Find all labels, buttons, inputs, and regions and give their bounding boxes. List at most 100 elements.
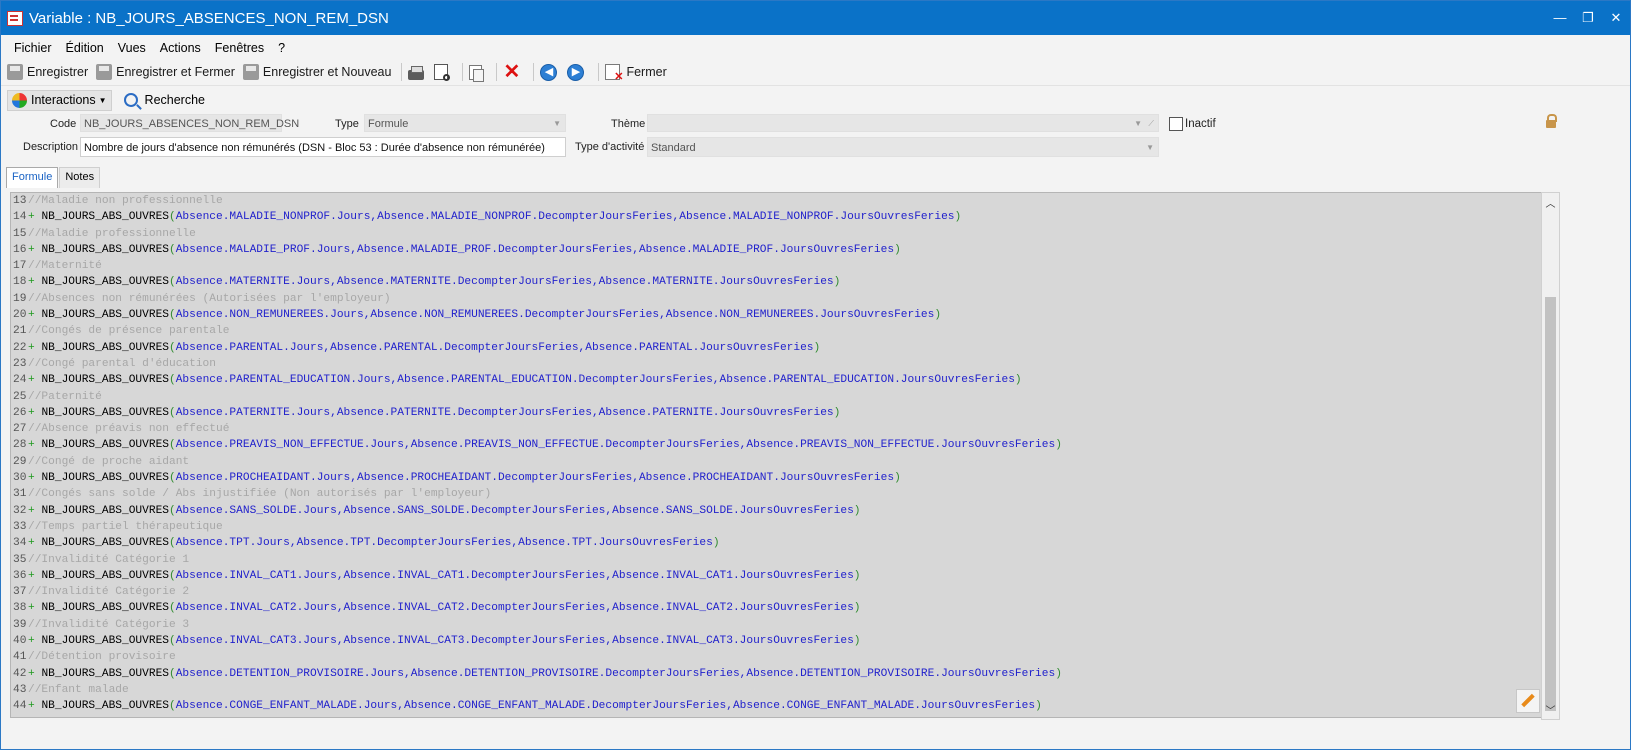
line-number: 29 xyxy=(13,455,27,468)
tab-formule[interactable]: Formule xyxy=(6,167,59,188)
menu-fichier[interactable]: Fichier xyxy=(7,41,59,55)
code-line[interactable]: 22 + NB_JOURS_ABS_OUVRES(Absence.PARENTAL… xyxy=(11,340,1541,356)
menu-edition[interactable]: Édition xyxy=(59,41,111,55)
type-label: Type xyxy=(335,118,359,130)
previous-button[interactable]: ◀ xyxy=(540,63,561,81)
description-label: Description xyxy=(23,141,79,153)
scroll-thumb[interactable] xyxy=(1545,297,1556,711)
line-number: 15 xyxy=(13,227,27,240)
code-arguments: Absence.PARENTAL.Jours,Absence.PARENTAL.… xyxy=(175,341,814,354)
code-line[interactable]: 44 + NB_JOURS_ABS_OUVRES(Absence.CONGE_EN… xyxy=(11,698,1541,714)
search-button[interactable]: Recherche xyxy=(120,91,209,109)
clear-icon[interactable]: ⟋ xyxy=(1148,115,1154,133)
code-line[interactable]: 16 + NB_JOURS_ABS_OUVRES(Absence.MALADIE_… xyxy=(11,242,1541,258)
code-field[interactable]: NB_JOURS_ABSENCES_NON_REM_DSN xyxy=(80,114,299,132)
line-number: 32 xyxy=(13,504,27,517)
code-paren: ) xyxy=(1055,439,1062,452)
save-new-button[interactable]: Enregistrer et Nouveau xyxy=(242,64,391,80)
code-line[interactable]: 21//Congés de présence parentale xyxy=(11,323,1541,339)
activity-type-label: Type d'activité xyxy=(575,141,645,153)
save-close-button[interactable]: Enregistrer et Fermer xyxy=(96,64,235,80)
delete-x-icon: ✕ xyxy=(503,61,521,83)
activity-type-select[interactable]: Standard ▼ xyxy=(647,137,1159,157)
line-number: 40 xyxy=(13,635,27,648)
code-line[interactable]: 34 + NB_JOURS_ABS_OUVRES(Absence.TPT.Jour… xyxy=(11,535,1541,551)
close-button[interactable]: Fermer xyxy=(605,64,667,83)
code-line[interactable]: 33//Temps partiel thérapeutique xyxy=(11,519,1541,535)
code-line[interactable]: 36 + NB_JOURS_ABS_OUVRES(Absence.INVAL_CA… xyxy=(11,568,1541,584)
formula-editor[interactable]: 13//Maladie non professionnelle 14 + NB_JO… xyxy=(10,192,1542,718)
menu-vues[interactable]: Vues xyxy=(111,41,153,55)
print-button[interactable] xyxy=(408,66,428,80)
code-line[interactable]: 35//Invalidité Catégorie 1 xyxy=(11,552,1541,568)
maximize-button[interactable]: ❐ xyxy=(1574,10,1602,26)
code-line[interactable]: 26 + NB_JOURS_ABS_OUVRES(Absence.PATERNIT… xyxy=(11,405,1541,421)
code-line[interactable]: 40 + NB_JOURS_ABS_OUVRES(Absence.INVAL_CA… xyxy=(11,633,1541,649)
code-line[interactable]: 31//Congés sans solde / Abs injustifiée … xyxy=(11,486,1541,502)
code-line[interactable]: 39//Invalidité Catégorie 3 xyxy=(11,617,1541,633)
tab-notes[interactable]: Notes xyxy=(59,167,101,188)
menu-bar: Fichier Édition Vues Actions Fenêtres ? xyxy=(1,37,1630,59)
menu-actions[interactable]: Actions xyxy=(153,41,208,55)
theme-select[interactable]: ▼ ⟋ xyxy=(647,114,1159,132)
menu-fenetres[interactable]: Fenêtres xyxy=(208,41,271,55)
code-function: NB_JOURS_ABS_OUVRES xyxy=(41,537,169,550)
toolbar-separator xyxy=(533,63,535,81)
code-line[interactable]: 20 + NB_JOURS_ABS_OUVRES(Absence.NON_REMU… xyxy=(11,307,1541,323)
minimize-button[interactable]: — xyxy=(1546,10,1574,26)
code-line[interactable]: 27//Absence préavis non effectué xyxy=(11,421,1541,437)
code-paren: ( xyxy=(169,635,176,648)
code-paren: ) xyxy=(894,243,901,256)
activity-type-value: Standard xyxy=(651,142,696,154)
inactive-checkbox[interactable] xyxy=(1169,117,1183,131)
code-line[interactable]: 29//Congé de proche aidant xyxy=(11,454,1541,470)
scroll-down-icon[interactable]: ﹀ xyxy=(1542,702,1559,717)
line-number: 31 xyxy=(13,488,27,501)
code-line[interactable]: 18 + NB_JOURS_ABS_OUVRES(Absence.MATERNIT… xyxy=(11,274,1541,290)
code-line[interactable]: 17//Maternité xyxy=(11,258,1541,274)
scroll-up-icon[interactable]: ︿ xyxy=(1542,195,1559,210)
delete-button[interactable]: ✕ xyxy=(503,61,523,83)
code-comment: //Maternité xyxy=(28,260,102,273)
line-number: 20 xyxy=(13,309,27,322)
code-comment: //Congés sans solde / Abs injustifiée (N… xyxy=(28,488,492,501)
code-line[interactable]: 42 + NB_JOURS_ABS_OUVRES(Absence.DETENTIO… xyxy=(11,666,1541,682)
copy-button[interactable] xyxy=(469,64,486,82)
variable-form: Code NB_JOURS_ABSENCES_NON_REM_DSN Type … xyxy=(1,114,1630,166)
code-comment: //Maladie non professionnelle xyxy=(28,195,223,207)
next-button[interactable]: ▶ xyxy=(567,63,588,81)
print-preview-button[interactable] xyxy=(434,64,452,81)
edit-pencil-icon[interactable] xyxy=(1516,689,1540,713)
title-bar[interactable]: Variable : NB_JOURS_ABSENCES_NON_REM_DSN… xyxy=(1,1,1630,35)
code-line[interactable]: 32 + NB_JOURS_ABS_OUVRES(Absence.SANS_SOL… xyxy=(11,503,1541,519)
code-line[interactable]: 19//Absences non rémunérées (Autorisées … xyxy=(11,291,1541,307)
code-line[interactable]: 15//Maladie professionnelle xyxy=(11,226,1541,242)
line-number: 17 xyxy=(13,260,27,273)
description-field[interactable]: Nombre de jours d'absence non rémunérés … xyxy=(80,137,566,157)
code-line[interactable]: 43//Enfant malade xyxy=(11,682,1541,698)
code-line[interactable]: 23//Congé parental d'éducation xyxy=(11,356,1541,372)
line-number: 23 xyxy=(13,357,27,370)
save-button[interactable]: Enregistrer xyxy=(7,64,88,80)
code-line[interactable]: 28 + NB_JOURS_ABS_OUVRES(Absence.PREAVIS_… xyxy=(11,437,1541,453)
interactions-icon xyxy=(12,92,27,108)
code-line[interactable]: 14 + NB_JOURS_ABS_OUVRES(Absence.MALADIE_… xyxy=(11,209,1541,225)
interactions-dropdown[interactable]: Interactions ▼ xyxy=(7,89,112,111)
close-window-button[interactable]: ✕ xyxy=(1602,10,1630,26)
save-close-label: Enregistrer et Fermer xyxy=(116,65,235,79)
code-line[interactable]: 37//Invalidité Catégorie 2 xyxy=(11,584,1541,600)
code-line[interactable]: 13//Maladie non professionnelle xyxy=(11,193,1541,209)
code-line[interactable]: 38 + NB_JOURS_ABS_OUVRES(Absence.INVAL_CA… xyxy=(11,600,1541,616)
code-line[interactable]: 41//Détention provisoire xyxy=(11,649,1541,665)
chevron-down-icon: ▼ xyxy=(1134,119,1142,128)
editor-scrollbar[interactable]: ︿ ﹀ xyxy=(1541,192,1560,720)
inactive-label: Inactif xyxy=(1185,118,1216,130)
code-line[interactable]: 24 + NB_JOURS_ABS_OUVRES(Absence.PARENTAL… xyxy=(11,372,1541,388)
code-line[interactable]: 25//Paternité xyxy=(11,389,1541,405)
code-line[interactable]: 30 + NB_JOURS_ABS_OUVRES(Absence.PROCHEAI… xyxy=(11,470,1541,486)
line-number: 38 xyxy=(13,602,27,615)
menu-help[interactable]: ? xyxy=(271,41,292,55)
arrow-left-icon: ◀ xyxy=(540,63,558,81)
type-select[interactable]: Formule ▼ xyxy=(364,114,566,132)
code-function: NB_JOURS_ABS_OUVRES xyxy=(41,472,169,485)
